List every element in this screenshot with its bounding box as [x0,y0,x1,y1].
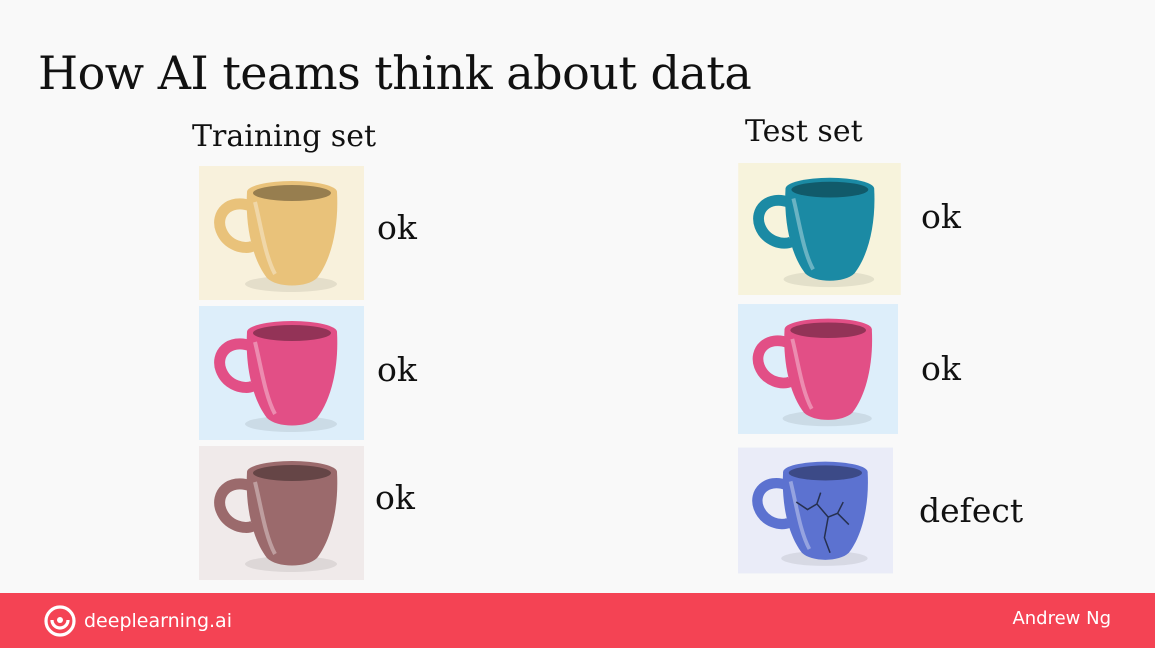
cracked-mug-icon [738,447,893,574]
test-label-2: ok [921,349,961,388]
deeplearning-logo-icon [44,605,76,637]
mug-icon [738,163,901,295]
slide-title: How AI teams think about data [38,46,752,100]
training-mug-image-1 [199,166,364,300]
training-mug-image-2 [199,306,364,440]
training-mug-image-3 [199,446,364,580]
mug-icon [738,304,898,434]
training-set-heading: Training set [192,119,377,154]
test-label-1: ok [921,197,961,236]
training-label-1: ok [377,208,417,247]
brand: deeplearning.ai [44,605,232,637]
test-mug-image-3 [738,443,893,578]
training-label-3: ok [375,478,415,517]
author-name: Andrew Ng [1012,608,1111,629]
mug-icon [199,306,364,440]
mug-icon [199,166,364,300]
mug-icon [199,446,364,580]
test-label-3: defect [919,491,1024,530]
footer-bar: deeplearning.ai Andrew Ng [0,593,1155,648]
test-set-heading: Test set [745,114,863,149]
slide: How AI teams think about data Training s… [0,0,1155,648]
test-mug-image-1 [738,163,901,295]
test-mug-image-2 [738,303,898,435]
training-label-2: ok [377,350,417,389]
brand-name: deeplearning.ai [84,610,232,632]
